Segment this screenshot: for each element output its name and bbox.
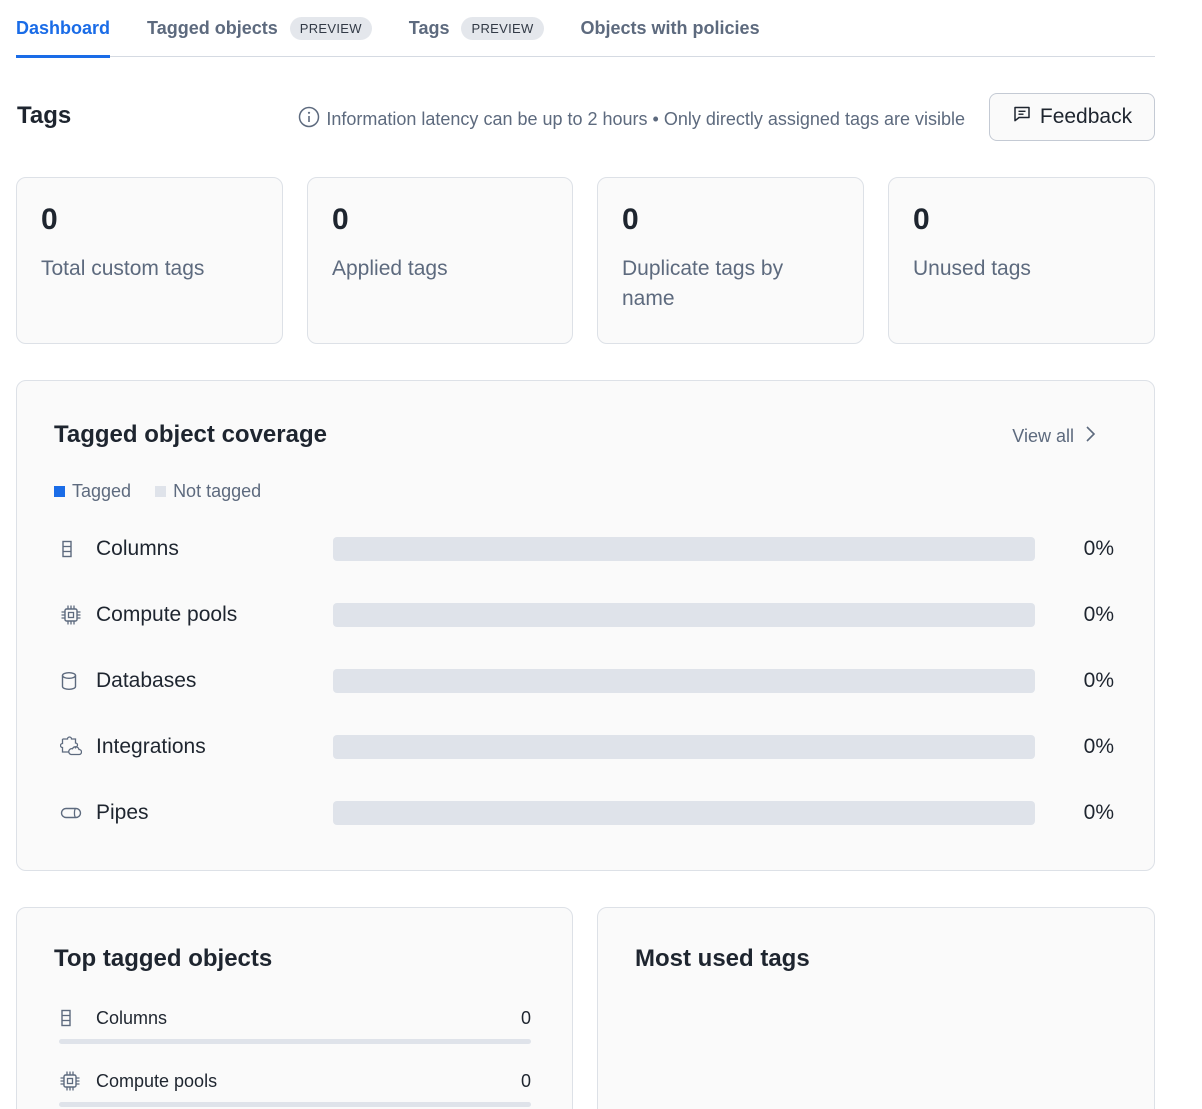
coverage-row-label: Compute pools (96, 603, 238, 626)
top-tagged-bar (59, 1102, 531, 1107)
chip-icon (59, 1070, 89, 1092)
preview-badge: PREVIEW (289, 16, 372, 40)
tab-bar: Dashboard Tagged objects PREVIEW Tags PR… (16, 0, 1155, 58)
column-icon (54, 540, 88, 558)
legend-item-not-tagged: Not tagged (155, 481, 261, 502)
coverage-bar (333, 735, 1035, 759)
column-icon (59, 1009, 89, 1027)
coverage-bar (333, 669, 1035, 693)
coverage-percent: 0% (1083, 801, 1114, 824)
tab-label: Objects with policies (580, 17, 760, 38)
stat-label: Duplicate tags by name (622, 257, 784, 310)
message-square-icon (1012, 104, 1040, 130)
legend-label: Tagged (72, 481, 132, 501)
most-used-tags-panel: Most used tags (597, 907, 1155, 1109)
tab-dashboard[interactable]: Dashboard (16, 0, 111, 58)
top-tagged-row-columns: Columns 0 (59, 1006, 531, 1044)
stat-card-applied-tags: 0 Applied tags (307, 177, 573, 344)
stat-label: Unused tags (913, 257, 1031, 280)
top-tagged-bar (59, 1039, 531, 1044)
coverage-row-label: Columns (96, 537, 179, 560)
coverage-row-columns: Columns 0% (54, 534, 1114, 564)
stat-label: Applied tags (332, 257, 448, 280)
top-tagged-label: Compute pools (96, 1070, 218, 1091)
top-tagged-count: 0 (520, 1070, 531, 1091)
tab-objects-with-policies[interactable]: Objects with policies (581, 0, 760, 57)
top-tagged-label: Columns (96, 1007, 168, 1028)
stat-card-duplicate-tags: 0 Duplicate tags by name (597, 177, 864, 344)
stat-value: 0 (332, 203, 349, 236)
stat-label: Total custom tags (41, 257, 205, 280)
info-circle-icon (298, 106, 326, 133)
database-icon (54, 671, 88, 691)
feedback-button[interactable]: Feedback (989, 93, 1155, 141)
info-text: Information latency can be up to 2 hours… (326, 109, 965, 129)
tab-label: Tags (408, 17, 450, 38)
legend-label: Not tagged (173, 481, 262, 501)
coverage-percent: 0% (1083, 603, 1114, 626)
feedback-label: Feedback (1039, 105, 1133, 128)
top-tagged-count: 0 (520, 1007, 531, 1028)
chevron-right-icon (1074, 425, 1096, 448)
coverage-row-compute-pools: Compute pools 0% (54, 600, 1114, 630)
stat-value: 0 (913, 203, 930, 236)
legend-swatch (155, 486, 167, 497)
tagged-object-coverage-panel: Tagged object coverage View all Tagged N… (16, 380, 1155, 871)
legend-item-tagged: Tagged (54, 481, 131, 502)
view-all-link[interactable]: View all (1012, 425, 1096, 448)
pipe-icon (54, 806, 88, 820)
stat-card-unused-tags: 0 Unused tags (888, 177, 1155, 344)
stat-value: 0 (41, 203, 58, 236)
coverage-row-databases: Databases 0% (54, 666, 1114, 696)
stat-card-total-custom-tags: 0 Total custom tags (16, 177, 283, 344)
coverage-row-integrations: Integrations 0% (54, 732, 1114, 762)
preview-badge: PREVIEW (461, 16, 544, 40)
tab-label: Tagged objects (147, 17, 278, 38)
chip-icon (54, 604, 88, 626)
coverage-percent: 0% (1083, 537, 1114, 560)
chart-legend: Tagged Not tagged (54, 481, 285, 502)
coverage-bar (333, 537, 1035, 561)
coverage-bar (333, 801, 1035, 825)
tags-dashboard-page: Dashboard Tagged objects PREVIEW Tags PR… (0, 0, 1202, 1109)
top-tagged-objects-panel: Top tagged objects Columns 0 Compute poo… (16, 907, 573, 1109)
info-notice: Information latency can be up to 2 hours… (298, 106, 965, 133)
panel-title: Tagged object coverage (54, 421, 327, 448)
page-title: Tags (17, 102, 72, 129)
panel-title: Most used tags (635, 945, 810, 972)
stat-value: 0 (622, 203, 639, 236)
tab-label: Dashboard (16, 17, 111, 38)
tab-tagged-objects[interactable]: Tagged objects PREVIEW (147, 0, 372, 57)
top-tagged-row-compute-pools: Compute pools 0 (59, 1069, 531, 1107)
view-all-label: View all (1012, 426, 1074, 446)
coverage-bar (333, 603, 1035, 627)
coverage-percent: 0% (1083, 735, 1114, 758)
coverage-row-label: Pipes (96, 801, 149, 824)
coverage-percent: 0% (1083, 669, 1114, 692)
tab-tags[interactable]: Tags PREVIEW (409, 0, 544, 57)
legend-swatch (54, 486, 65, 497)
panel-title: Top tagged objects (54, 945, 273, 972)
coverage-row-pipes: Pipes 0% (54, 798, 1114, 828)
coverage-row-label: Integrations (96, 735, 206, 758)
coverage-row-label: Databases (96, 669, 197, 692)
puzzle-icon (54, 736, 88, 758)
